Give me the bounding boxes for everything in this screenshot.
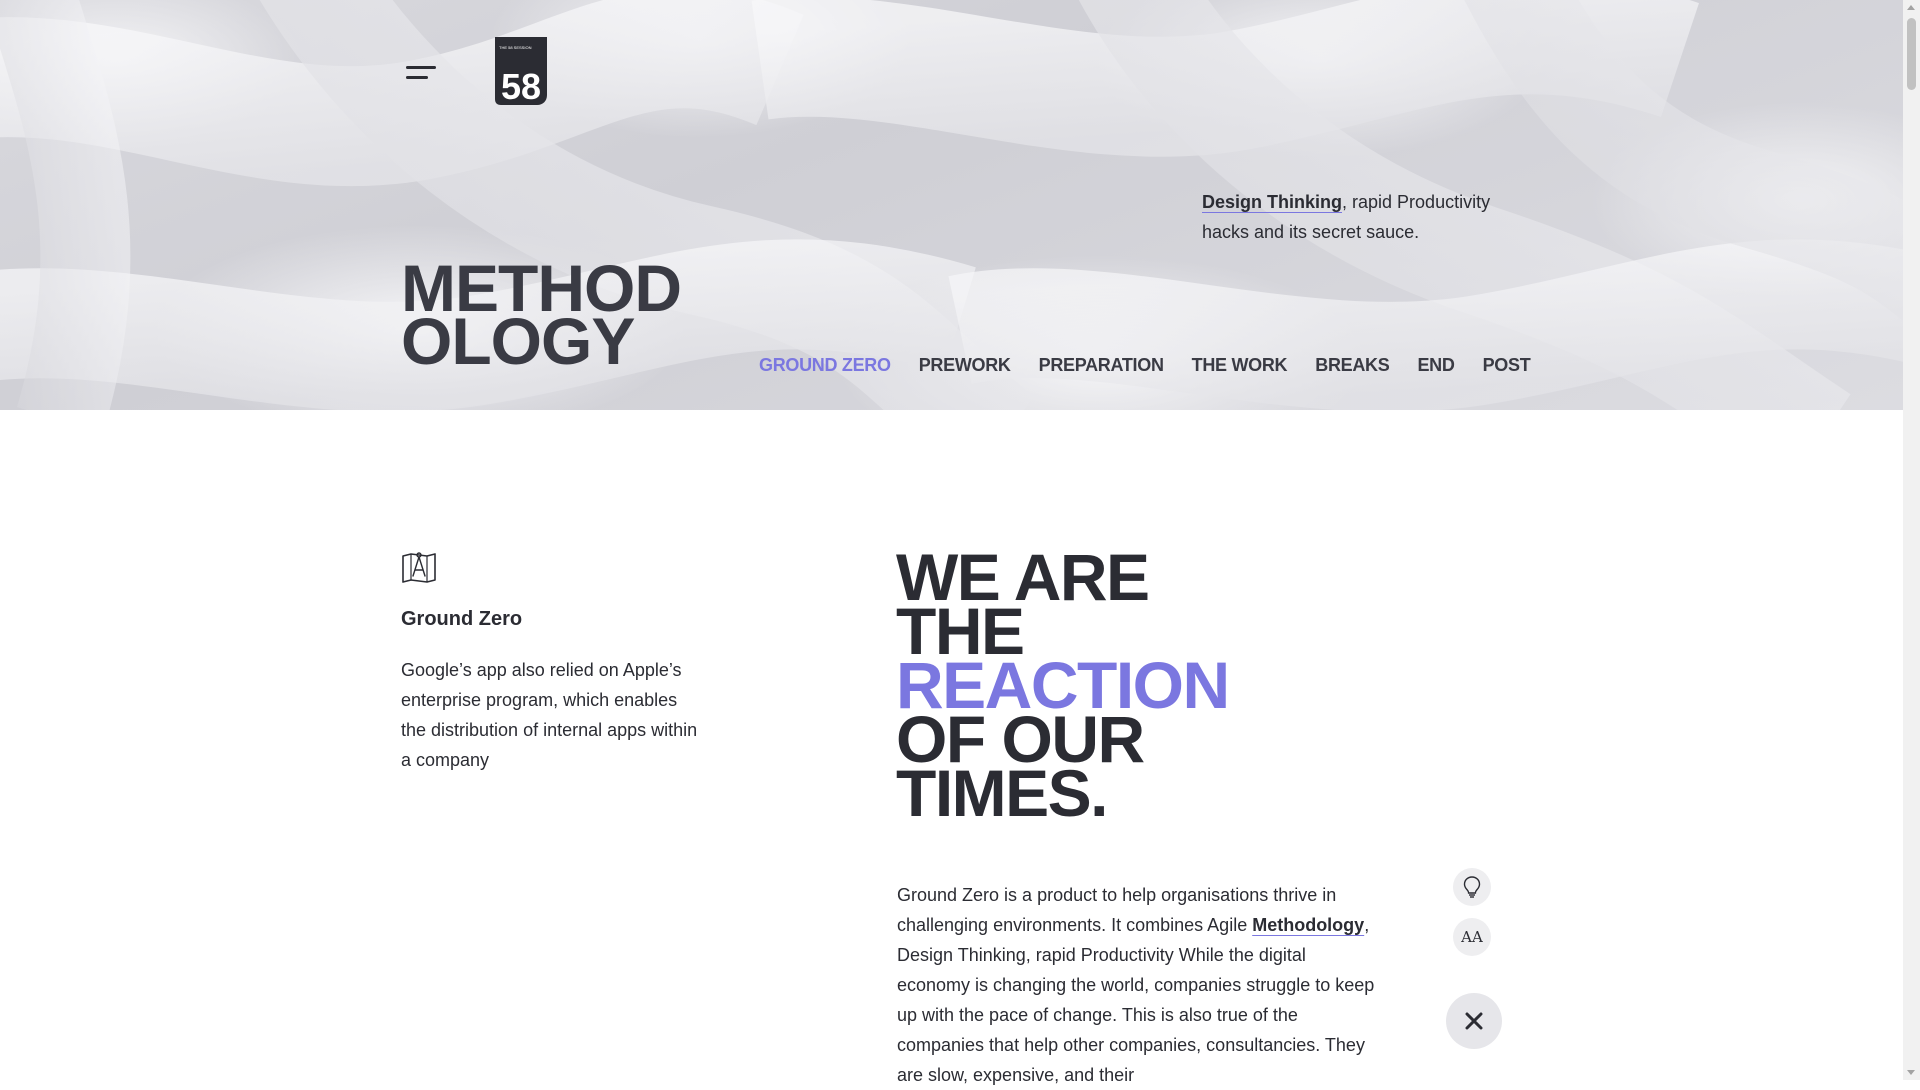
menu-line xyxy=(406,76,428,79)
lightbulb-icon xyxy=(1463,876,1481,898)
hero-background-pattern xyxy=(0,0,1903,410)
nav-item-ground-zero[interactable]: GROUND ZERO xyxy=(759,355,891,376)
section-nav: GROUND ZERO PREWORK PREPARATION THE WORK… xyxy=(759,355,1531,376)
body-text-part: , Design Thinking, rapid Productivity Wh… xyxy=(897,915,1375,1085)
close-icon xyxy=(1465,1012,1483,1030)
nav-item-breaks[interactable]: BREAKS xyxy=(1315,355,1390,376)
hero-tagline: Design Thinking, rapid Productivity hack… xyxy=(1202,187,1522,247)
nav-item-prework[interactable]: PREWORK xyxy=(919,355,1011,376)
page-scrollbar[interactable] xyxy=(1903,0,1920,1080)
scrollbar-thumb[interactable] xyxy=(1907,18,1916,90)
feature-description: Google’s app also relied on Apple’s ente… xyxy=(401,660,698,770)
hamburger-menu-button[interactable] xyxy=(406,64,438,86)
nav-item-end[interactable]: END xyxy=(1417,355,1454,376)
map-compass-icon xyxy=(402,552,436,583)
feature-title: Ground Zero xyxy=(401,608,523,630)
methodology-link[interactable]: Methodology xyxy=(1252,915,1364,935)
brand-logo[interactable]: THE 58 SESSION 58 xyxy=(493,37,549,107)
font-size-button[interactable]: AA xyxy=(1453,918,1491,956)
body-paragraph: Ground Zero is a product to help organis… xyxy=(897,880,1377,1090)
main-headline: WE ARE THE REACTION OF OUR TIMES. xyxy=(896,544,1230,830)
scroll-down-icon[interactable] xyxy=(1907,1070,1915,1075)
nav-item-post[interactable]: POST xyxy=(1483,355,1531,376)
close-button[interactable] xyxy=(1446,993,1502,1049)
lightbulb-button[interactable] xyxy=(1453,868,1491,906)
hero-header: THE 58 SESSION 58 Design Thinking, rapid… xyxy=(0,0,1903,410)
font-size-label: AA xyxy=(1461,928,1483,946)
scroll-up-icon[interactable] xyxy=(1907,5,1915,10)
menu-line xyxy=(406,66,436,69)
page-title: METHOD OLOGY xyxy=(401,255,682,374)
logo-number: 58 xyxy=(501,66,541,107)
nav-item-preparation[interactable]: PREPARATION xyxy=(1039,355,1164,376)
logo-text: THE 58 SESSION xyxy=(499,45,532,50)
tagline-link[interactable]: Design Thinking xyxy=(1202,192,1342,212)
headline-line: TIMES. xyxy=(896,756,1109,830)
nav-item-the-work[interactable]: THE WORK xyxy=(1192,355,1288,376)
